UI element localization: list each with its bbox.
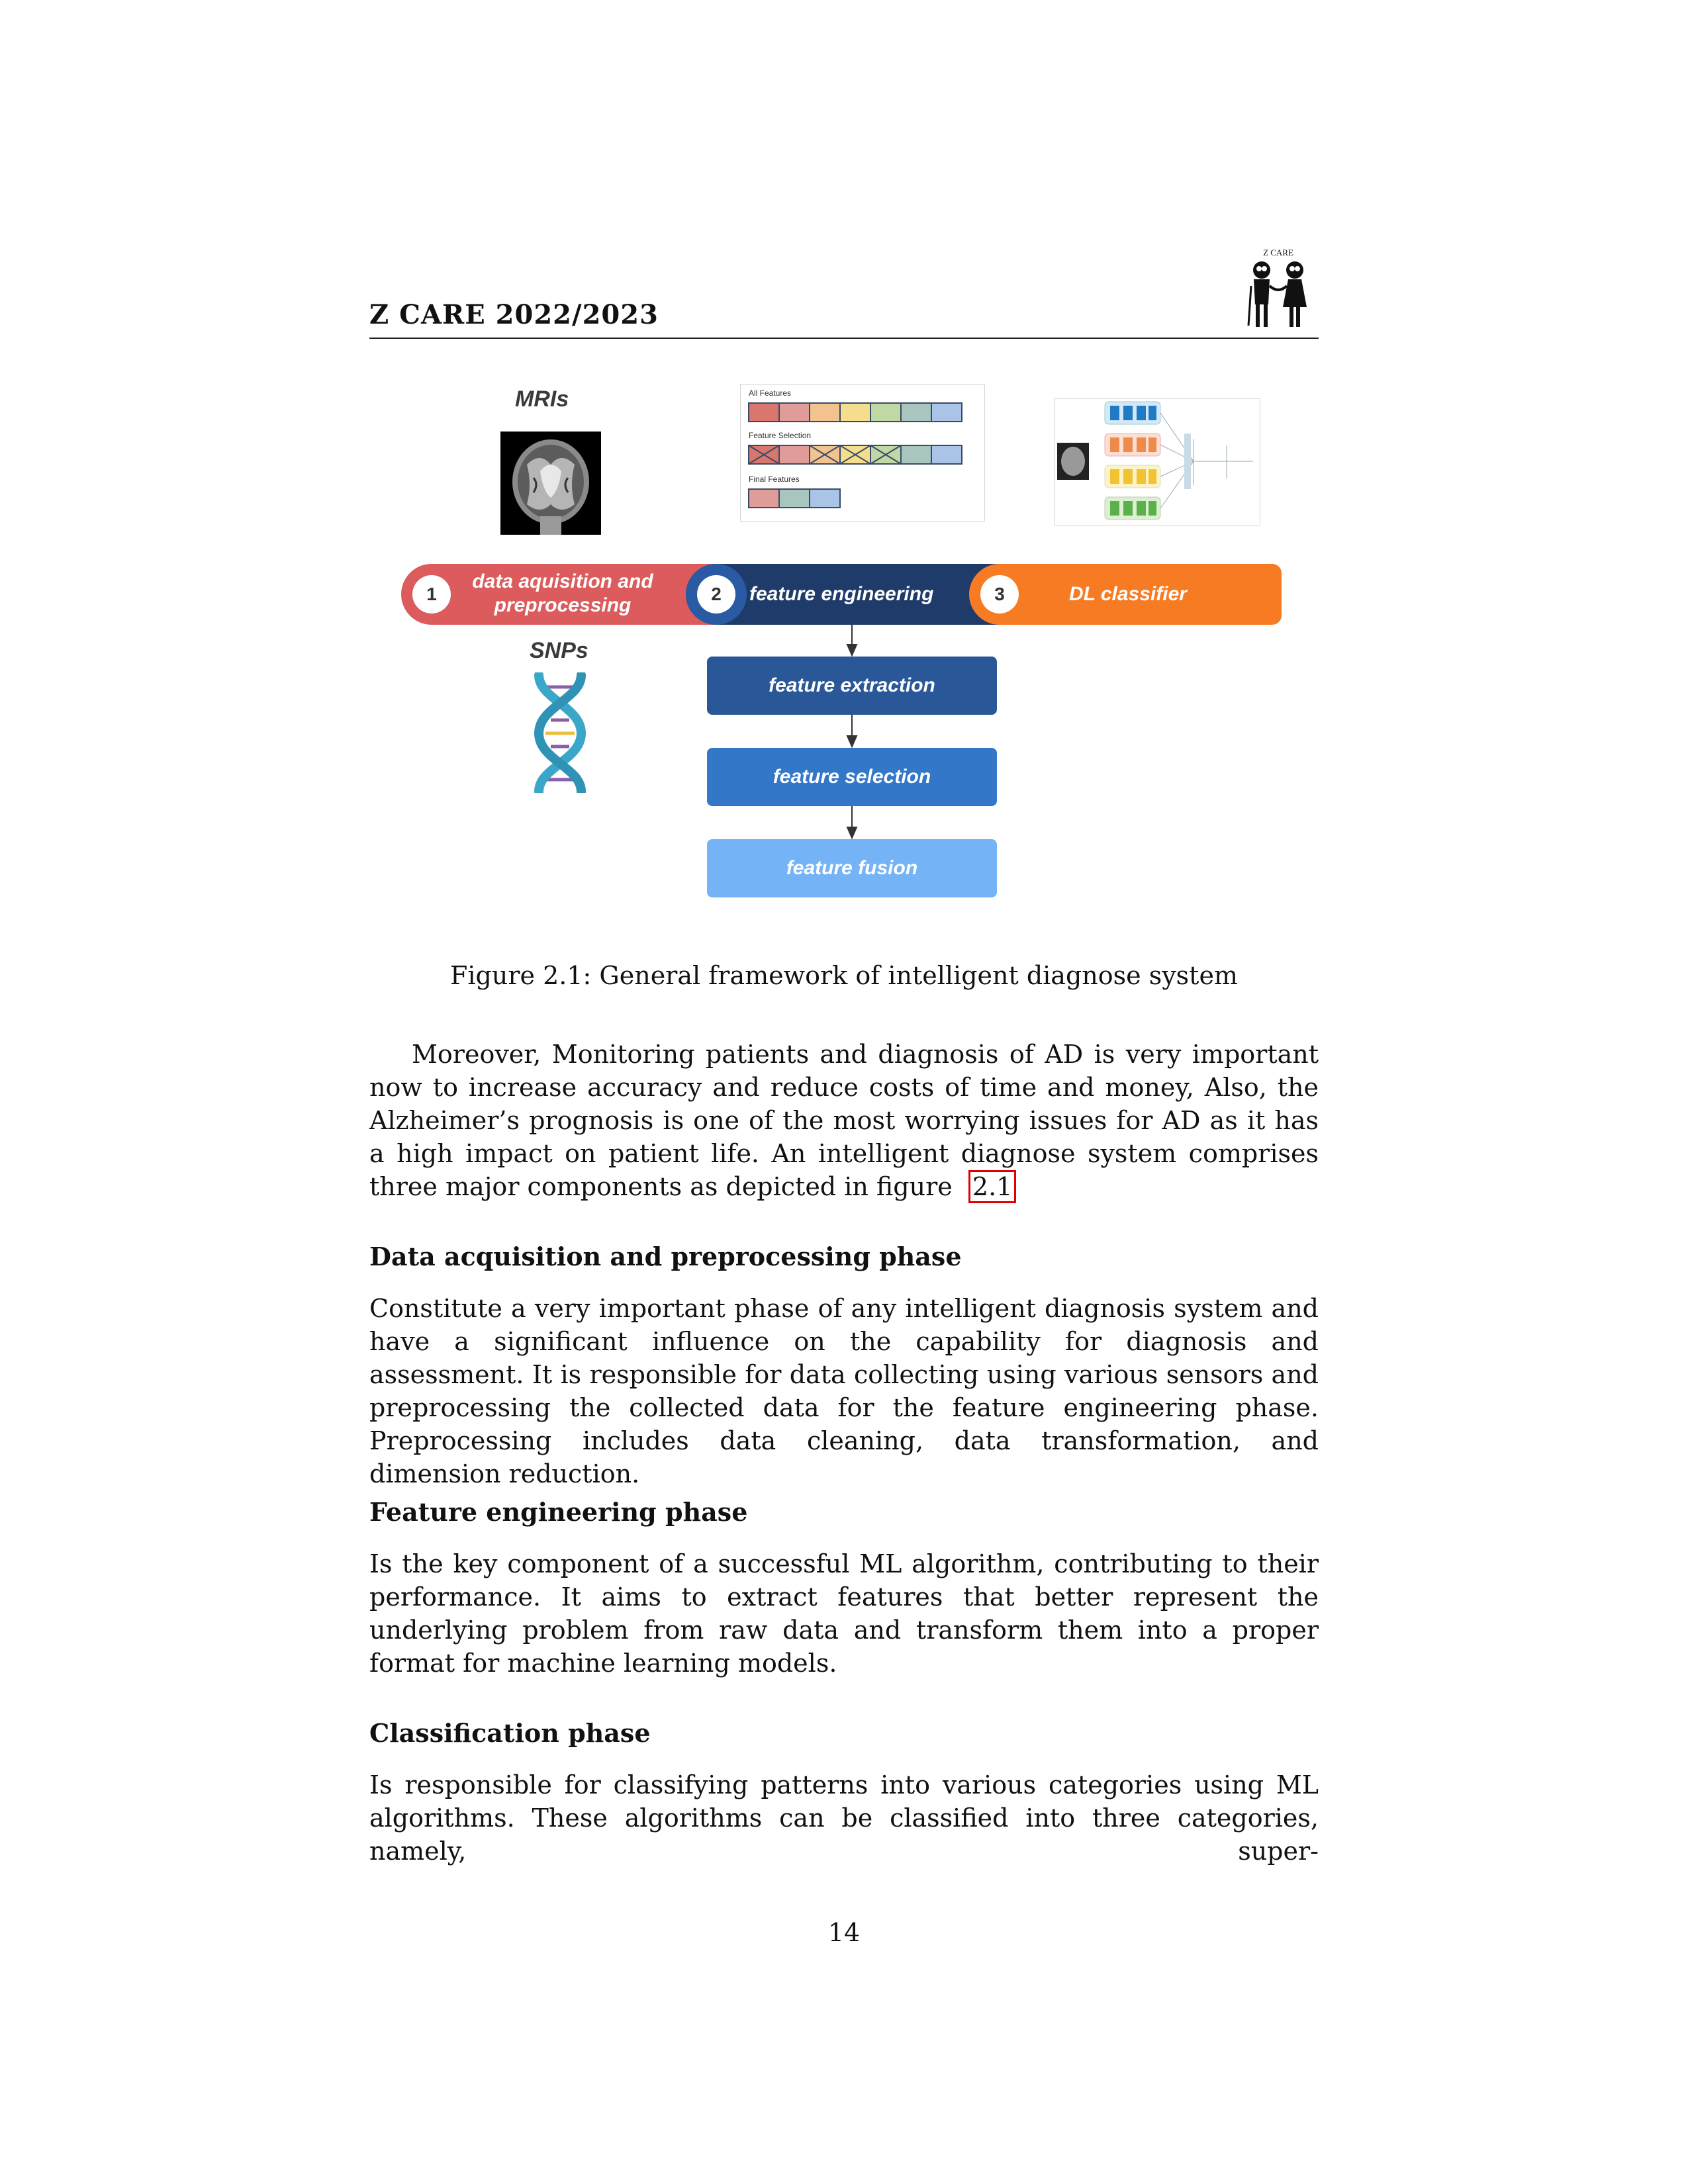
step-feature-extraction: feature extraction <box>707 657 997 715</box>
phase-number-2: 2 <box>697 575 735 614</box>
dl-network-diagram <box>1054 398 1260 525</box>
phase-1-label: data aquisition and preprocessing <box>463 570 662 617</box>
step-feature-selection: feature selection <box>707 748 997 806</box>
step-feature-fusion: feature fusion <box>707 839 997 897</box>
z-care-logo: Z CARE <box>1242 246 1315 331</box>
phase-feature-engineering: 2 feature engineering <box>686 564 1004 625</box>
phase-3-label: DL classifier <box>1069 583 1187 605</box>
phase-1-label-line2: preprocessing <box>494 594 632 616</box>
section-heading-classification: Classification phase <box>369 1718 651 1748</box>
section-text-data-acquisition: Constitute a very important phase of any… <box>369 1294 1319 1488</box>
page-number: 14 <box>827 1918 861 1947</box>
feature-selection-panel: All Features Feature Selection Final Fea… <box>740 384 985 522</box>
header-title: Z CARE 2022/2023 <box>369 299 659 330</box>
intro-paragraph: Moreover, Monitoring patients and diagno… <box>369 1038 1319 1203</box>
phase-1-label-line1: data aquisition and <box>472 570 653 592</box>
section-text-feature-engineering: Is the key component of a successful ML … <box>369 1549 1319 1678</box>
section-text-classification: Is responsible for classifying patterns … <box>369 1770 1319 1866</box>
feature-cells-graphic <box>748 402 962 508</box>
phase-number-1: 1 <box>412 575 451 614</box>
phase-2-label: feature engineering <box>749 583 934 605</box>
phase-dl-classifier: 3 DL classifier <box>969 564 1282 625</box>
mris-label: MRIs <box>515 387 569 412</box>
figure-caption: Figure 2.1: General framework of intelli… <box>450 961 1238 990</box>
figure-ref-link[interactable]: 2.1 <box>968 1170 1017 1203</box>
phase-number-3: 3 <box>980 575 1019 614</box>
dna-helix-icon <box>527 670 593 796</box>
mri-brain-image <box>500 432 601 535</box>
snps-label: SNPs <box>530 638 588 663</box>
header-rule <box>369 338 1319 339</box>
logo-text: Z CARE <box>1263 248 1293 257</box>
section-heading-feature-engineering: Feature engineering phase <box>369 1497 748 1527</box>
phase-data-acquisition: 1 data aquisition and preprocessing <box>401 564 732 625</box>
section-heading-data-acquisition: Data acquisition and preprocessing phase <box>369 1242 962 1271</box>
intro-text: Moreover, Monitoring patients and diagno… <box>369 1040 1319 1201</box>
